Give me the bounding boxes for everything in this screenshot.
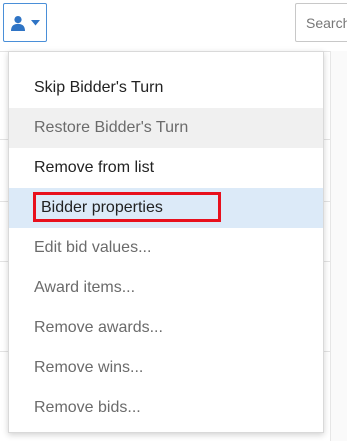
menu-item-remove-bids[interactable]: Remove bids... bbox=[9, 388, 323, 428]
menu-item-bidder-properties[interactable]: Bidder properties bbox=[9, 188, 323, 228]
menu-item-label: Award items... bbox=[34, 279, 136, 296]
menu-item-restore-bidders-turn[interactable]: Restore Bidder's Turn bbox=[9, 108, 323, 148]
menu-item-label: Bidder properties bbox=[41, 199, 163, 216]
bidder-actions-button[interactable] bbox=[3, 3, 47, 42]
menu-item-remove-awards[interactable]: Remove awards... bbox=[9, 308, 323, 348]
bidder-actions-menu: Skip Bidder's Turn Restore Bidder's Turn… bbox=[8, 51, 324, 433]
menu-item-remove-wins[interactable]: Remove wins... bbox=[9, 348, 323, 388]
search-box[interactable] bbox=[295, 3, 347, 42]
menu-item-label: Restore Bidder's Turn bbox=[34, 119, 189, 136]
menu-item-label: Remove awards... bbox=[34, 319, 163, 336]
menu-item-remove-from-list[interactable]: Remove from list bbox=[9, 148, 323, 188]
background-column-edge bbox=[330, 51, 347, 441]
menu-item-skip-bidders-turn[interactable]: Skip Bidder's Turn bbox=[9, 68, 323, 108]
menu-item-edit-bid-values[interactable]: Edit bid values... bbox=[9, 228, 323, 268]
menu-item-award-items[interactable]: Award items... bbox=[9, 268, 323, 308]
search-input[interactable] bbox=[306, 14, 347, 31]
menu-item-label: Skip Bidder's Turn bbox=[34, 79, 164, 96]
page: Skip Bidder's Turn Restore Bidder's Turn… bbox=[0, 0, 347, 441]
menu-item-label: Remove bids... bbox=[34, 399, 141, 416]
menu-item-label: Remove wins... bbox=[34, 359, 144, 376]
user-icon bbox=[10, 15, 26, 31]
menu-item-label: Remove from list bbox=[34, 159, 155, 176]
menu-item-label: Edit bid values... bbox=[34, 239, 152, 256]
caret-down-icon bbox=[31, 19, 40, 26]
